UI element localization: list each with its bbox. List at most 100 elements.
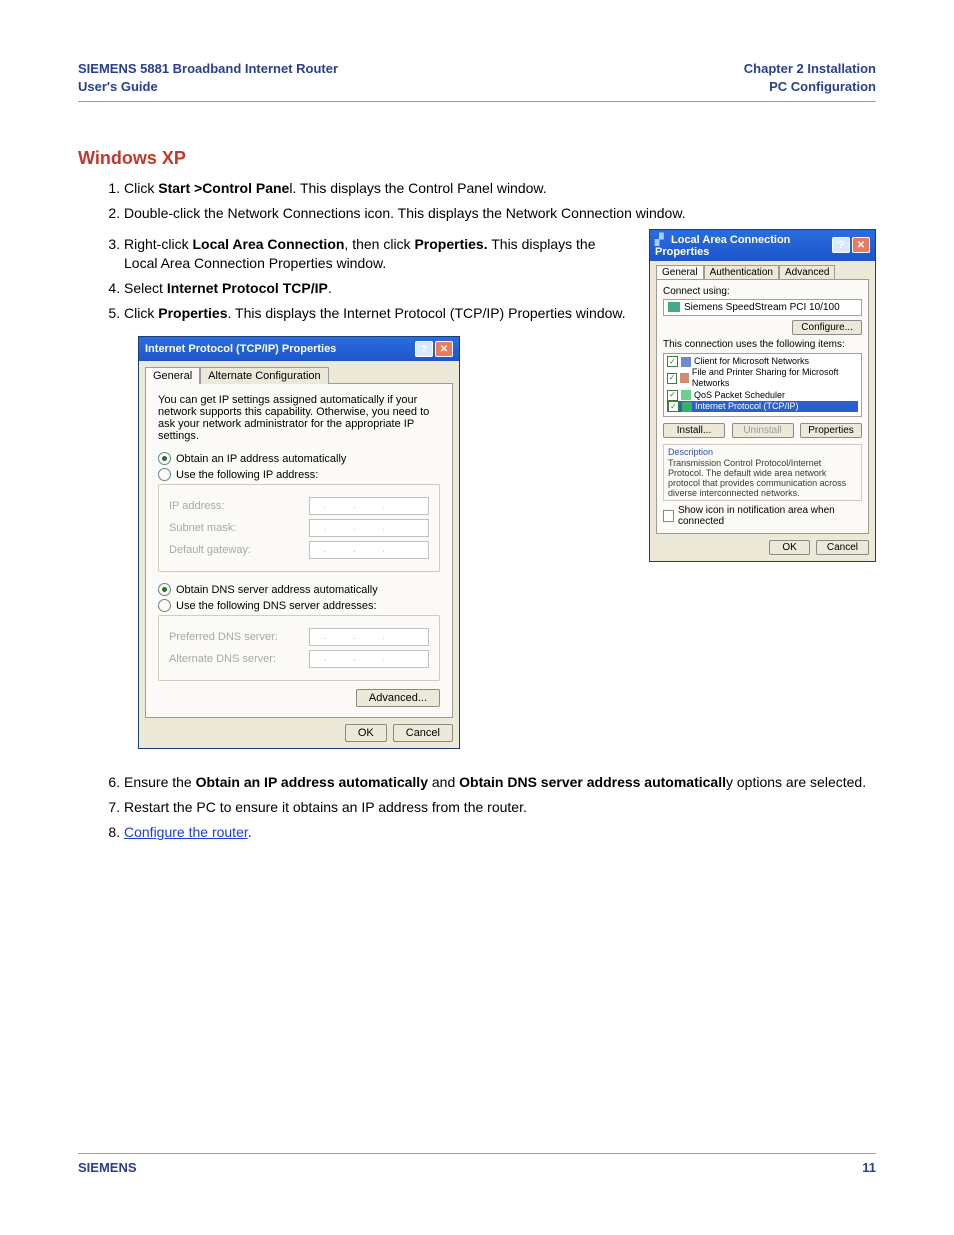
pref-dns-input[interactable]: ... — [309, 628, 429, 646]
close-icon[interactable]: ✕ — [852, 237, 870, 253]
list-item: ✓Client for Microsoft Networks — [667, 356, 858, 367]
step-5: Click Properties. This displays the Inte… — [124, 304, 631, 323]
list-item: ✓QoS Packet Scheduler — [667, 390, 858, 401]
ip-address-input[interactable]: ... — [309, 497, 429, 515]
alt-dns-label: Alternate DNS server: — [169, 653, 276, 665]
gateway-input[interactable]: ... — [309, 541, 429, 559]
step-8: Configure the router. — [124, 823, 876, 842]
cancel-button[interactable]: Cancel — [816, 540, 869, 555]
description-text: Transmission Control Protocol/Internet P… — [668, 458, 857, 498]
description-box: Description Transmission Control Protoco… — [663, 444, 862, 501]
properties-button[interactable]: Properties — [800, 423, 862, 438]
dns-group: Preferred DNS server:... Alternate DNS s… — [158, 615, 440, 681]
step-1: Click Start >Control Panel. This display… — [124, 179, 876, 198]
ip-address-label: IP address: — [169, 500, 224, 512]
step-7: Restart the PC to ensure it obtains an I… — [124, 798, 876, 817]
advanced-button[interactable]: Advanced... — [356, 689, 440, 707]
radio-manual-ip[interactable]: Use the following IP address: — [158, 468, 440, 481]
help-icon[interactable]: ? — [832, 237, 850, 253]
radio-auto-ip[interactable]: Obtain an IP address automatically — [158, 452, 440, 465]
show-icon-checkbox[interactable]: Show icon in notification area when conn… — [663, 505, 862, 527]
lac-body: General Authentication Advanced Connect … — [650, 261, 875, 561]
alt-dns-input[interactable]: ... — [309, 650, 429, 668]
lac-title: Local Area Connection Properties — [655, 234, 790, 258]
radio-circle-icon — [158, 468, 171, 481]
radio-manual-dns[interactable]: Use the following DNS server addresses: — [158, 599, 440, 612]
footer-brand: SIEMENS — [78, 1160, 137, 1175]
radio-dot-icon — [158, 452, 171, 465]
nic-icon — [668, 302, 680, 312]
ok-button[interactable]: OK — [345, 724, 387, 742]
tab-authentication[interactable]: Authentication — [704, 265, 779, 279]
subnet-mask-input[interactable]: ... — [309, 519, 429, 537]
doc-title: SIEMENS 5881 Broadband Internet Router — [78, 61, 338, 76]
tcpip-dialog: Internet Protocol (TCP/IP) Properties ? … — [138, 336, 460, 749]
tcpip-title: Internet Protocol (TCP/IP) Properties — [145, 343, 336, 355]
tab-general[interactable]: General — [656, 265, 704, 279]
tcpip-dialog-figure: Internet Protocol (TCP/IP) Properties ? … — [138, 336, 631, 749]
section-title: Windows XP — [78, 148, 876, 169]
steps-list-6-8: Ensure the Obtain an IP address automati… — [78, 773, 876, 842]
close-icon[interactable]: ✕ — [435, 341, 453, 357]
checkbox-icon[interactable]: ✓ — [667, 390, 678, 401]
client-icon — [681, 357, 691, 367]
steps-list-1-2: Click Start >Control Panel. This display… — [78, 179, 876, 223]
qos-icon — [681, 390, 691, 400]
chapter-subtitle: PC Configuration — [769, 79, 876, 94]
checkbox-icon[interactable]: ✓ — [667, 356, 678, 367]
page-number: 11 — [862, 1160, 876, 1175]
ip-group: IP address:... Subnet mask:... Default g… — [158, 484, 440, 572]
step-2: Double-click the Network Connections ico… — [124, 204, 876, 223]
checkbox-icon[interactable]: ✓ — [668, 401, 679, 412]
tcpip-icon — [682, 402, 692, 412]
connect-using-label: Connect using: — [663, 286, 862, 297]
help-icon[interactable]: ? — [415, 341, 433, 357]
titlebar-buttons: ? ✕ — [415, 341, 453, 357]
list-item: ✓File and Printer Sharing for Microsoft … — [667, 367, 858, 390]
nic-field: Siemens SpeedStream PCI 10/100 — [663, 299, 862, 316]
install-button[interactable]: Install... — [663, 423, 725, 438]
share-icon — [680, 373, 689, 383]
gateway-label: Default gateway: — [169, 544, 251, 556]
pref-dns-label: Preferred DNS server: — [169, 631, 278, 643]
page: SIEMENS 5881 Broadband Internet Router U… — [0, 0, 954, 1235]
tcpip-titlebar: Internet Protocol (TCP/IP) Properties ? … — [139, 337, 459, 361]
steps-list-3-5: Right-click Local Area Connection, then … — [78, 235, 631, 323]
step-6: Ensure the Obtain an IP address automati… — [124, 773, 876, 792]
radio-circle-icon — [158, 599, 171, 612]
network-icon: ▞ — [655, 233, 667, 245]
tcpip-panel: You can get IP settings assigned automat… — [145, 383, 453, 718]
ok-button[interactable]: OK — [769, 540, 809, 555]
tcpip-body: General Alternate Configuration You can … — [139, 361, 459, 748]
tab-advanced[interactable]: Advanced — [779, 265, 835, 279]
tcpip-intro: You can get IP settings assigned automat… — [158, 394, 440, 442]
lac-titlebar: ▞Local Area Connection Properties ? ✕ — [650, 230, 875, 261]
tab-alt-config[interactable]: Alternate Configuration — [200, 367, 329, 384]
uses-label: This connection uses the following items… — [663, 339, 862, 350]
chapter-title: Chapter 2 Installation — [744, 61, 876, 76]
steps-with-figure: Right-click Local Area Connection, then … — [78, 229, 876, 768]
lac-panel: Connect using: Siemens SpeedStream PCI 1… — [656, 279, 869, 534]
doc-subtitle: User's Guide — [78, 79, 158, 94]
lac-dialog: ▞Local Area Connection Properties ? ✕ Ge… — [649, 229, 876, 562]
configure-router-link[interactable]: Configure the router — [124, 824, 248, 840]
tcpip-tabs: General Alternate Configuration — [145, 367, 453, 384]
step-3: Right-click Local Area Connection, then … — [124, 235, 631, 273]
page-footer: SIEMENS 11 — [78, 1153, 876, 1175]
configure-button[interactable]: Configure... — [792, 320, 862, 335]
radio-auto-dns[interactable]: Obtain DNS server address automatically — [158, 583, 440, 596]
page-header: SIEMENS 5881 Broadband Internet Router U… — [78, 60, 876, 102]
header-right: Chapter 2 Installation PC Configuration — [744, 60, 876, 95]
items-list[interactable]: ✓Client for Microsoft Networks ✓File and… — [663, 353, 862, 417]
uninstall-button[interactable]: Uninstall — [732, 423, 794, 438]
checkbox-icon — [663, 510, 674, 522]
tab-general[interactable]: General — [145, 367, 200, 384]
checkbox-icon[interactable]: ✓ — [667, 373, 677, 384]
description-header: Description — [668, 447, 857, 457]
subnet-mask-label: Subnet mask: — [169, 522, 236, 534]
cancel-button[interactable]: Cancel — [393, 724, 453, 742]
radio-dot-icon — [158, 583, 171, 596]
step-4: Select Internet Protocol TCP/IP. — [124, 279, 631, 298]
list-item-selected: ✓Internet Protocol (TCP/IP) — [667, 401, 858, 412]
header-left: SIEMENS 5881 Broadband Internet Router U… — [78, 60, 338, 95]
